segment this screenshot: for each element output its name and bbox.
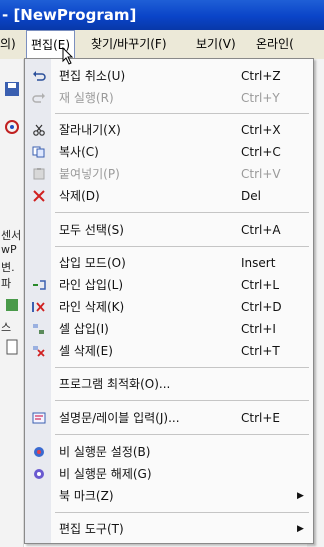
delete-cell-icon	[33, 346, 45, 357]
menu-separator	[55, 113, 309, 114]
menu-item-comment-label[interactable]: 설명문/레이블 입력(J)... Ctrl+E	[25, 407, 313, 429]
menu-item-label: 북 마크(Z)	[59, 489, 114, 503]
menu-item-label: 편집 도구(T)	[59, 522, 124, 536]
menu-item-label: 삽입 모드(O)	[59, 256, 126, 270]
menu-item-insert-cell[interactable]: 셀 삽입(I) Ctrl+I	[25, 318, 313, 340]
edit-menu-dropdown: 편집 취소(U) Ctrl+Z 재 실행(R) Ctrl+Y 잘라내기(X) C…	[24, 58, 314, 544]
tool-icon[interactable]	[4, 297, 20, 313]
strip-label: 파	[1, 277, 12, 290]
strip-label: wP	[1, 243, 17, 256]
menu-item-shortcut: Ctrl+A	[241, 223, 281, 237]
menu-separator	[55, 400, 309, 401]
menu-item-label: 프로그램 최적화(O)...	[59, 377, 171, 391]
menu-view[interactable]: 보기(V)	[196, 30, 236, 59]
menu-separator	[55, 367, 309, 368]
menu-item-shortcut: Insert	[241, 256, 276, 270]
menu-item-set-nonexec[interactable]: 비 실행문 설정(B)	[25, 441, 313, 463]
scissors-icon	[33, 124, 45, 136]
menu-item-label: 재 실행(R)	[59, 91, 114, 105]
menu-online[interactable]: 온라인(	[256, 30, 294, 59]
menu-item-select-all[interactable]: 모두 선택(S) Ctrl+A	[25, 219, 313, 241]
menu-item-optimize-program[interactable]: 프로그램 최적화(O)...	[25, 373, 313, 395]
menu-item-label: 비 실행문 설정(B)	[59, 445, 151, 459]
copy-icon	[32, 146, 45, 158]
menu-partial-left[interactable]: 의)	[0, 30, 16, 59]
mouse-cursor-icon	[62, 47, 74, 65]
menu-separator	[55, 246, 309, 247]
menu-item-delete-line[interactable]: 라인 삭제(K) Ctrl+D	[25, 296, 313, 318]
strip-label: 변.	[1, 261, 15, 274]
delete-x-icon	[33, 190, 45, 202]
menu-item-label: 삭제(D)	[59, 189, 100, 203]
menu-separator	[55, 512, 309, 513]
menu-find-replace[interactable]: 찾기/바꾸기(F)	[91, 30, 167, 59]
document-icon	[6, 339, 18, 355]
insert-line-icon	[33, 280, 46, 290]
menu-item-label: 설명문/레이블 입력(J)...	[59, 411, 180, 425]
paste-icon	[33, 168, 45, 180]
menu-item-edit-tools[interactable]: 편집 도구(T) ▶	[25, 518, 313, 540]
menu-item-shortcut: Ctrl+D	[241, 300, 282, 314]
menu-item-label: 비 실행문 해제(G)	[59, 467, 152, 481]
menu-item-shortcut: Ctrl+E	[241, 411, 280, 425]
menu-item-label: 라인 삽입(L)	[59, 278, 124, 292]
redo-icon	[32, 93, 45, 103]
menu-item-shortcut: Ctrl+T	[241, 344, 280, 358]
window-title: - [NewProgram]	[2, 6, 137, 24]
menu-item-shortcut: Del	[241, 189, 261, 203]
strip-label: 스	[1, 321, 12, 334]
menu-item-paste[interactable]: 붙여넣기(P) Ctrl+V	[25, 163, 313, 185]
menu-item-shortcut: Ctrl+C	[241, 145, 281, 159]
insert-cell-icon	[33, 324, 44, 334]
comment-label-icon	[32, 412, 46, 424]
undo-icon	[33, 71, 46, 81]
menu-item-label: 붙여넣기(P)	[59, 167, 120, 181]
menu-item-label: 편집 취소(U)	[59, 69, 126, 83]
menu-item-cut[interactable]: 잘라내기(X) Ctrl+X	[25, 119, 313, 141]
menu-item-shortcut: Ctrl+Y	[241, 91, 280, 105]
menu-item-label: 라인 삭제(K)	[59, 300, 125, 314]
menu-bar: 의) 편집(E) 찾기/바꾸기(F) 보기(V) 온라인(	[0, 30, 324, 60]
menu-item-undo[interactable]: 편집 취소(U) Ctrl+Z	[25, 65, 313, 87]
target-icon[interactable]	[4, 119, 20, 135]
set-nonexec-icon	[34, 447, 44, 457]
menu-item-bookmark[interactable]: 북 마크(Z) ▶	[25, 485, 313, 507]
menu-item-redo[interactable]: 재 실행(R) Ctrl+Y	[25, 87, 313, 109]
submenu-arrow-icon: ▶	[297, 524, 304, 534]
left-toolbar-strip: 센서 wP 변. 파 스	[0, 59, 24, 547]
menu-item-insert-mode[interactable]: 삽입 모드(O) Insert	[25, 252, 313, 274]
menu-item-shortcut: Ctrl+V	[241, 167, 281, 181]
menu-item-delete[interactable]: 삭제(D) Del	[25, 185, 313, 207]
window-title-bar: - [NewProgram]	[0, 0, 324, 30]
menu-item-label: 셀 삽입(I)	[59, 322, 109, 336]
save-icon[interactable]	[4, 81, 20, 97]
menu-item-clear-nonexec[interactable]: 비 실행문 해제(G)	[25, 463, 313, 485]
menu-separator	[55, 434, 309, 435]
menu-item-shortcut: Ctrl+X	[241, 123, 281, 137]
menu-item-label: 모두 선택(S)	[59, 223, 124, 237]
menu-item-shortcut: Ctrl+I	[241, 322, 276, 336]
delete-line-icon	[32, 302, 45, 312]
menu-item-insert-line[interactable]: 라인 삽입(L) Ctrl+L	[25, 274, 313, 296]
menu-item-shortcut: Ctrl+L	[241, 278, 280, 292]
menu-item-label: 잘라내기(X)	[59, 123, 121, 137]
menu-separator	[55, 212, 309, 213]
submenu-arrow-icon: ▶	[297, 491, 304, 501]
menu-item-label: 셀 삭제(E)	[59, 344, 113, 358]
clear-nonexec-icon	[34, 469, 44, 479]
strip-label: 센서	[1, 229, 22, 242]
menu-item-delete-cell[interactable]: 셀 삭제(E) Ctrl+T	[25, 340, 313, 362]
menu-item-label: 복사(C)	[59, 145, 99, 159]
menu-item-copy[interactable]: 복사(C) Ctrl+C	[25, 141, 313, 163]
menu-item-shortcut: Ctrl+Z	[241, 69, 281, 83]
